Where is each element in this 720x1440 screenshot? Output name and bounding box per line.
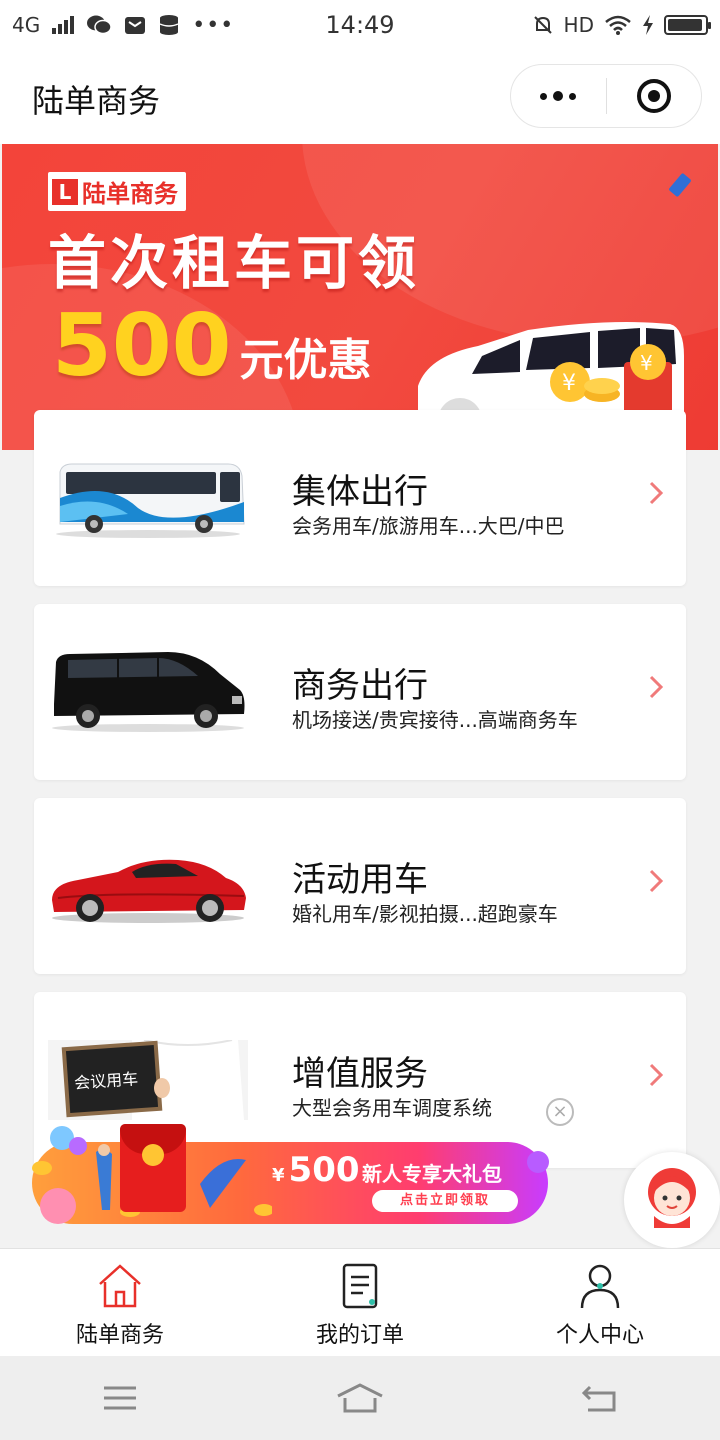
hd-label: HD xyxy=(563,13,594,37)
service-desc: 大型会务用车调度系统 xyxy=(292,1096,492,1120)
promo-amount-value: 500 xyxy=(288,1150,360,1190)
tab-label: 个人中心 xyxy=(555,1323,644,1348)
service-desc: 机场接送/贵宾接待...高端商务车 xyxy=(292,708,578,732)
svg-text:¥: ¥ xyxy=(640,351,653,375)
miniprogram-capsule xyxy=(510,64,702,128)
brand-name: 陆单商务 xyxy=(82,180,178,208)
battery-icon xyxy=(664,15,711,35)
home-nav-icon xyxy=(337,1383,383,1413)
svg-text:¥: ¥ xyxy=(562,371,576,396)
tab-profile[interactable]: 个人中心 xyxy=(480,1249,720,1356)
wechat-icon xyxy=(87,15,112,35)
sports-car-image xyxy=(52,859,246,923)
system-navigation-bar xyxy=(0,1356,720,1440)
claim-button[interactable]: 点击立即领取 xyxy=(372,1190,518,1212)
service-card-business-travel[interactable]: 商务出行 机场接送/贵宾接待...高端商务车 xyxy=(34,604,686,780)
service-name: 商务出行 xyxy=(292,666,428,706)
brand-tag: L 陆单商务 xyxy=(48,172,186,211)
tab-home[interactable]: 陆单商务 xyxy=(0,1249,240,1356)
chevron-right-icon xyxy=(649,481,664,505)
service-name: 活动用车 xyxy=(292,860,428,900)
chevron-right-icon xyxy=(649,1063,664,1087)
order-icon xyxy=(342,1263,378,1309)
close-promo-button[interactable]: × xyxy=(546,1098,574,1126)
home-icon xyxy=(99,1264,141,1308)
more-dots-button[interactable] xyxy=(511,65,606,127)
banner-headline: 首次租车可领 xyxy=(48,229,421,297)
back-nav-button[interactable] xyxy=(560,1368,640,1428)
title-bar: 陆单商务 xyxy=(0,50,720,144)
service-name: 集体出行 xyxy=(292,472,428,512)
mute-icon xyxy=(533,16,552,34)
charging-icon xyxy=(643,15,653,35)
home-nav-button[interactable] xyxy=(320,1368,400,1428)
menu-icon xyxy=(104,1386,136,1410)
chevron-right-icon xyxy=(649,675,664,699)
wifi-icon xyxy=(605,15,631,35)
record-target-icon xyxy=(636,79,671,113)
banner-offer: 500 元优惠 xyxy=(52,296,372,396)
offer-amount: 500 xyxy=(52,296,232,396)
more-dots-icon xyxy=(540,91,577,101)
status-right: HD xyxy=(532,13,711,37)
database-icon xyxy=(159,15,179,35)
business-van-image xyxy=(52,652,245,732)
chevron-right-icon xyxy=(649,869,664,893)
tab-label: 我的订单 xyxy=(315,1323,404,1348)
close-miniprogram-button[interactable] xyxy=(607,65,702,127)
service-desc: 会务用车/旅游用车...大巴/中巴 xyxy=(292,514,565,538)
promo-bubble-icon xyxy=(527,1151,549,1173)
more-icon: ••• xyxy=(192,12,235,38)
promo-amount: ¥500 xyxy=(272,1150,360,1190)
tab-label: 陆单商务 xyxy=(75,1323,164,1348)
customer-service-button[interactable] xyxy=(624,1152,720,1248)
brand-logo-icon: L xyxy=(52,178,78,205)
promo-currency: ¥ xyxy=(272,1165,285,1186)
newcomer-gift-promo[interactable]: ¥500 新人专享大礼包 点击立即领取 xyxy=(32,1124,552,1228)
service-name: 增值服务 xyxy=(292,1054,428,1094)
page-title: 陆单商务 xyxy=(32,82,161,120)
bus-image xyxy=(56,463,245,538)
promo-title: 新人专享大礼包 xyxy=(362,1162,502,1186)
offer-unit: 元优惠 xyxy=(239,335,372,386)
service-card-event-car[interactable]: 活动用车 婚礼用车/影视拍摄...超跑豪车 xyxy=(34,798,686,974)
promo-banner[interactable]: L 陆单商务 首次租车可领 500 元优惠 ¥ ¥ xyxy=(2,144,718,450)
bottom-tab-bar: 陆单商务 我的订单 个人中心 xyxy=(0,1248,720,1356)
network-label: 4G xyxy=(12,13,41,37)
user-icon xyxy=(580,1264,620,1309)
signal-icon xyxy=(52,16,75,34)
meeting-sign-image: 会议用车 xyxy=(48,1040,248,1120)
menu-button[interactable] xyxy=(80,1368,160,1428)
mail-icon xyxy=(125,17,146,34)
status-left: 4G ••• xyxy=(12,13,532,38)
back-icon xyxy=(582,1385,616,1412)
tab-orders[interactable]: 我的订单 xyxy=(240,1249,480,1356)
customer-service-icon xyxy=(648,1168,696,1228)
status-bar: 4G ••• 14:49 HD xyxy=(0,0,720,50)
service-desc: 婚礼用车/影视拍摄...超跑豪车 xyxy=(292,902,558,926)
red-packet-icon xyxy=(120,1124,186,1212)
service-card-group-travel[interactable]: 集体出行 会务用车/旅游用车...大巴/中巴 xyxy=(34,410,686,586)
